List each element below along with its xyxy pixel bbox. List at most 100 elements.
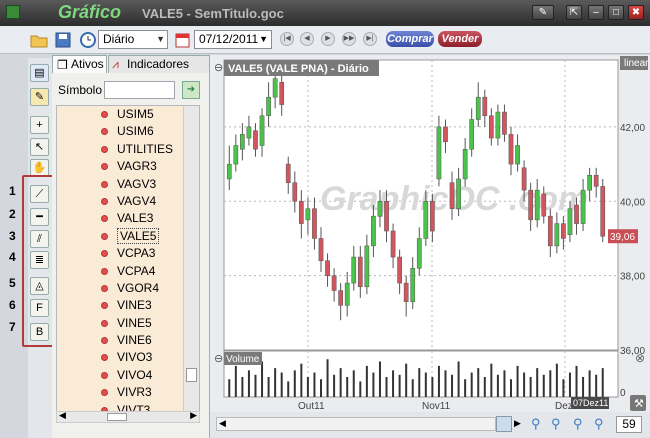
list-item[interactable]: VINE6 bbox=[57, 332, 183, 349]
list-item[interactable]: VCPA3 bbox=[57, 245, 183, 262]
status-dot-icon bbox=[101, 389, 108, 397]
calendar-icon[interactable] bbox=[174, 31, 192, 48]
zoom-fit-icon[interactable]: ⚲ bbox=[531, 416, 541, 432]
candle-body bbox=[253, 130, 258, 150]
close-pane-icon[interactable]: ⊗ bbox=[635, 351, 645, 365]
volume-plot-bg bbox=[223, 350, 619, 398]
pin-icon[interactable]: ⇱ bbox=[566, 5, 582, 20]
notes-icon[interactable]: ✎ bbox=[30, 88, 49, 106]
list-item[interactable]: USIM5 bbox=[57, 106, 183, 123]
chevron-down-icon: ▼ bbox=[156, 34, 165, 44]
y-tick-label: 38,00 bbox=[620, 272, 645, 283]
list-item[interactable]: VIVR3 bbox=[57, 384, 183, 401]
close-button[interactable]: ✖ bbox=[628, 5, 644, 20]
volume-bar bbox=[346, 377, 349, 397]
zoom-out-icon[interactable]: ⚲ bbox=[573, 416, 583, 432]
save-icon[interactable] bbox=[54, 31, 72, 48]
volume-bar bbox=[287, 381, 290, 397]
list-item[interactable]: VALE5 bbox=[57, 227, 183, 245]
list-item[interactable]: VAGV4 bbox=[57, 193, 183, 210]
minimize-button[interactable]: – bbox=[588, 5, 604, 20]
list-item[interactable]: VAGR3 bbox=[57, 158, 183, 175]
volume-bar bbox=[405, 363, 408, 397]
volume-bar bbox=[503, 370, 506, 397]
pointer-icon[interactable]: ↖ bbox=[30, 138, 49, 156]
status-dot-icon bbox=[101, 267, 108, 275]
scroll-right-icon[interactable]: ▶ bbox=[190, 410, 197, 421]
candle-body bbox=[567, 208, 573, 235]
list-item[interactable]: VALE3 bbox=[57, 210, 183, 227]
zoom-in-icon[interactable]: ⚲ bbox=[594, 416, 604, 432]
zoom-area-icon[interactable]: ⚲ bbox=[551, 416, 561, 432]
list-item[interactable]: VGOR4 bbox=[57, 280, 183, 297]
volume-bar bbox=[398, 374, 401, 397]
vertical-scrollbar[interactable] bbox=[183, 106, 199, 422]
go-button[interactable]: ➜ bbox=[182, 81, 200, 99]
list-item[interactable]: UTILITIES bbox=[57, 141, 183, 158]
scroll-thumb[interactable] bbox=[107, 413, 127, 421]
volume-bar bbox=[588, 370, 591, 397]
candle-body bbox=[279, 82, 285, 105]
scroll-thumb[interactable] bbox=[496, 416, 512, 432]
candle-body bbox=[515, 145, 520, 165]
period-select[interactable]: Diário ▼ bbox=[98, 30, 168, 49]
tab-indicadores[interactable]: ⩘ Indicadores bbox=[108, 55, 210, 73]
pen-icon[interactable]: ✎ bbox=[532, 5, 554, 20]
previous-icon[interactable]: ◀ bbox=[300, 32, 314, 46]
candle-body bbox=[488, 115, 494, 139]
minus-icon[interactable]: ⊖ bbox=[214, 353, 223, 365]
horizontal-scrollbar[interactable]: ◀ ▶ bbox=[56, 410, 200, 423]
list-item[interactable]: VIVO3 bbox=[57, 349, 183, 366]
volume-bar bbox=[261, 361, 264, 397]
panel-toggle-icon[interactable]: ▤ bbox=[30, 64, 49, 82]
tool-number: 4 bbox=[9, 250, 16, 264]
tool-number: 2 bbox=[9, 207, 16, 221]
open-folder-icon[interactable] bbox=[30, 31, 48, 48]
maximize-button[interactable]: □ bbox=[608, 5, 624, 20]
symbol-name: VAGV4 bbox=[117, 193, 157, 208]
last-record-icon[interactable]: ▶| bbox=[363, 32, 377, 46]
period-value: Diário bbox=[103, 32, 135, 46]
volume-bar bbox=[365, 365, 368, 397]
volume-bar bbox=[385, 377, 388, 397]
chart-header: VALE5 (VALE PNA) - Diário bbox=[228, 63, 369, 75]
status-dot-icon bbox=[101, 111, 108, 118]
list-item[interactable]: VIVO4 bbox=[57, 367, 183, 384]
first-record-icon[interactable]: |◀ bbox=[280, 32, 294, 46]
buy-button[interactable]: Comprar bbox=[386, 31, 434, 47]
chart-area[interactable]: GraphicOC .com 42,00 40,00 38,00 36,00 0 Out… bbox=[210, 55, 650, 438]
minus-icon[interactable]: ⊖ bbox=[214, 62, 223, 74]
list-item[interactable]: VINE3 bbox=[57, 297, 183, 314]
volume-bar bbox=[333, 374, 336, 397]
indicators-icon: ⩘ bbox=[112, 57, 119, 71]
clock-icon bbox=[80, 31, 98, 48]
status-dot-icon bbox=[101, 145, 108, 153]
tab-ativos[interactable]: ❐ Ativos bbox=[52, 55, 107, 73]
scroll-right-icon[interactable]: ▶ bbox=[514, 418, 521, 429]
list-item[interactable]: VINE5 bbox=[57, 315, 183, 332]
candle-body bbox=[430, 201, 435, 232]
list-item[interactable]: USIM6 bbox=[57, 123, 183, 140]
date-field[interactable]: 07/12/2011 ▼ bbox=[194, 30, 272, 49]
chart-scrollbar[interactable]: ◀ bbox=[216, 417, 496, 431]
x-tick-label: Nov11 bbox=[422, 401, 451, 412]
scroll-left-icon[interactable]: ◀ bbox=[219, 418, 226, 429]
sell-button[interactable]: Vender bbox=[438, 31, 482, 47]
list-item[interactable]: VCPA4 bbox=[57, 263, 183, 280]
zoom-field[interactable]: 59 bbox=[616, 416, 642, 433]
symbol-input[interactable] bbox=[104, 81, 175, 99]
crosshair-icon[interactable]: + bbox=[30, 116, 49, 134]
fast-forward-icon[interactable]: ▶▶ bbox=[342, 32, 356, 46]
volume-bar bbox=[444, 370, 447, 397]
y-tick-label: 40,00 bbox=[620, 197, 645, 208]
price-chart[interactable]: GraphicOC .com 42,0040,0038,0036,000 Out… bbox=[210, 55, 650, 412]
candle-body bbox=[456, 178, 461, 209]
volume-bar bbox=[457, 361, 460, 397]
candle-body bbox=[298, 201, 304, 224]
status-dot-icon bbox=[101, 232, 108, 240]
scroll-thumb[interactable] bbox=[186, 368, 197, 382]
symbol-name: VCPA4 bbox=[117, 263, 156, 278]
list-item[interactable]: VAGV3 bbox=[57, 176, 183, 193]
scroll-left-icon[interactable]: ◀ bbox=[59, 410, 66, 421]
next-icon[interactable]: ▶ bbox=[321, 32, 335, 46]
